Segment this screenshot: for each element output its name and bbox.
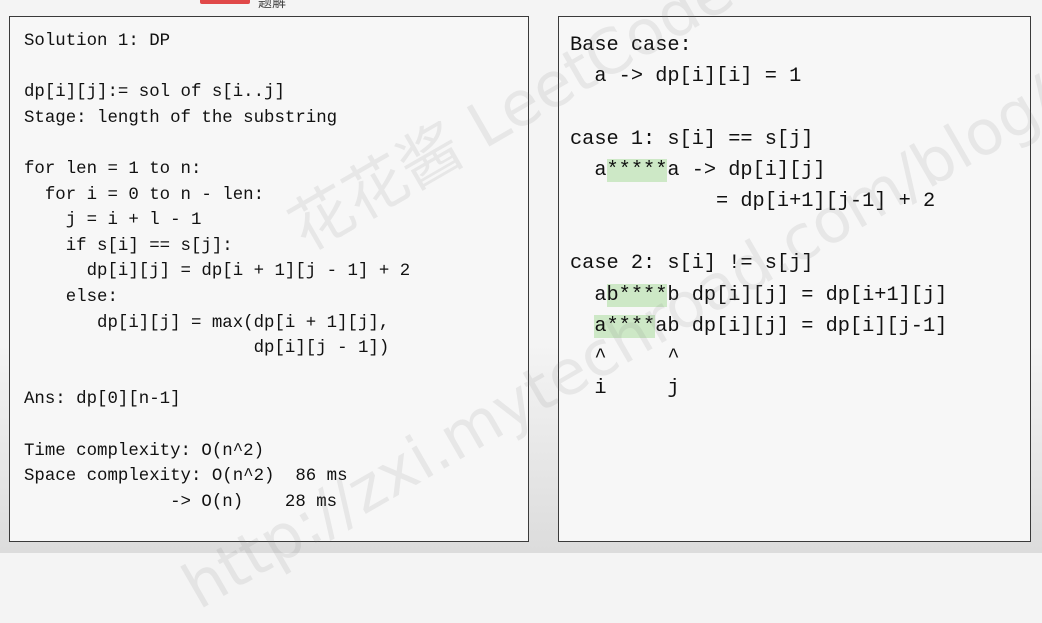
code-line: if s[i] == s[j]: xyxy=(24,236,233,256)
code-line: j = i + l - 1 xyxy=(24,211,202,231)
answer-line: Ans: dp[0][n-1] xyxy=(24,390,181,410)
space-complexity-optimized: -> O(n) 28 ms xyxy=(24,492,338,512)
code-line: else: xyxy=(24,287,118,307)
base-case-title: Base case: xyxy=(570,34,692,57)
case1-line2: = dp[i+1][j-1] + 2 xyxy=(570,190,936,214)
case2a-pre: a xyxy=(570,283,607,307)
cases-code: Base case: a -> dp[i][i] = 1 case 1: s[i… xyxy=(570,30,947,404)
code-line: for len = 1 to n: xyxy=(24,159,202,179)
code-line: for i = 0 to n - len: xyxy=(24,185,265,205)
cases-panel: Base case: a -> dp[i][i] = 1 case 1: s[i… xyxy=(558,16,1031,542)
code-line: dp[i][j] = dp[i + 1][j - 1] + 2 xyxy=(24,262,411,282)
code-line: dp[i][j] = max(dp[i + 1][j], xyxy=(24,313,390,333)
caret-line: ^ ^ xyxy=(570,346,680,370)
header-badge xyxy=(200,0,250,4)
case1-post: a -> dp[i][j] xyxy=(667,158,826,182)
solution-panel: Solution 1: DP dp[i][j]:= sol of s[i..j]… xyxy=(9,16,529,542)
case2-title: case 2: s[i] != s[j] xyxy=(570,252,814,276)
case2a-post: b dp[i][j] = dp[i+1][j] xyxy=(667,283,948,307)
case2b-pre xyxy=(570,315,594,338)
header-text: 题解 xyxy=(258,0,286,11)
case1-highlight: ***** xyxy=(606,158,668,182)
time-complexity: Time complexity: O(n^2) xyxy=(24,441,265,461)
case1-title: case 1: s[i] == s[j] xyxy=(570,127,814,151)
stage-definition: Stage: length of the substring xyxy=(24,108,338,128)
base-case-line: a -> dp[i][i] = 1 xyxy=(570,65,802,89)
case1-pre: a xyxy=(570,158,607,182)
case2b-highlight: a**** xyxy=(594,314,656,338)
index-line: i j xyxy=(570,377,680,401)
case2a-highlight: b**** xyxy=(606,283,668,307)
solution-title: Solution 1: DP xyxy=(24,32,171,51)
space-complexity: Space complexity: O(n^2) 86 ms xyxy=(24,467,348,487)
solution-code: Solution 1: DP dp[i][j]:= sol of s[i..j]… xyxy=(24,29,410,515)
dp-definition: dp[i][j]:= sol of s[i..j] xyxy=(24,83,285,103)
code-line: dp[i][j - 1]) xyxy=(24,339,390,359)
case2b-post: ab dp[i][j] = dp[i][j-1] xyxy=(655,314,948,338)
